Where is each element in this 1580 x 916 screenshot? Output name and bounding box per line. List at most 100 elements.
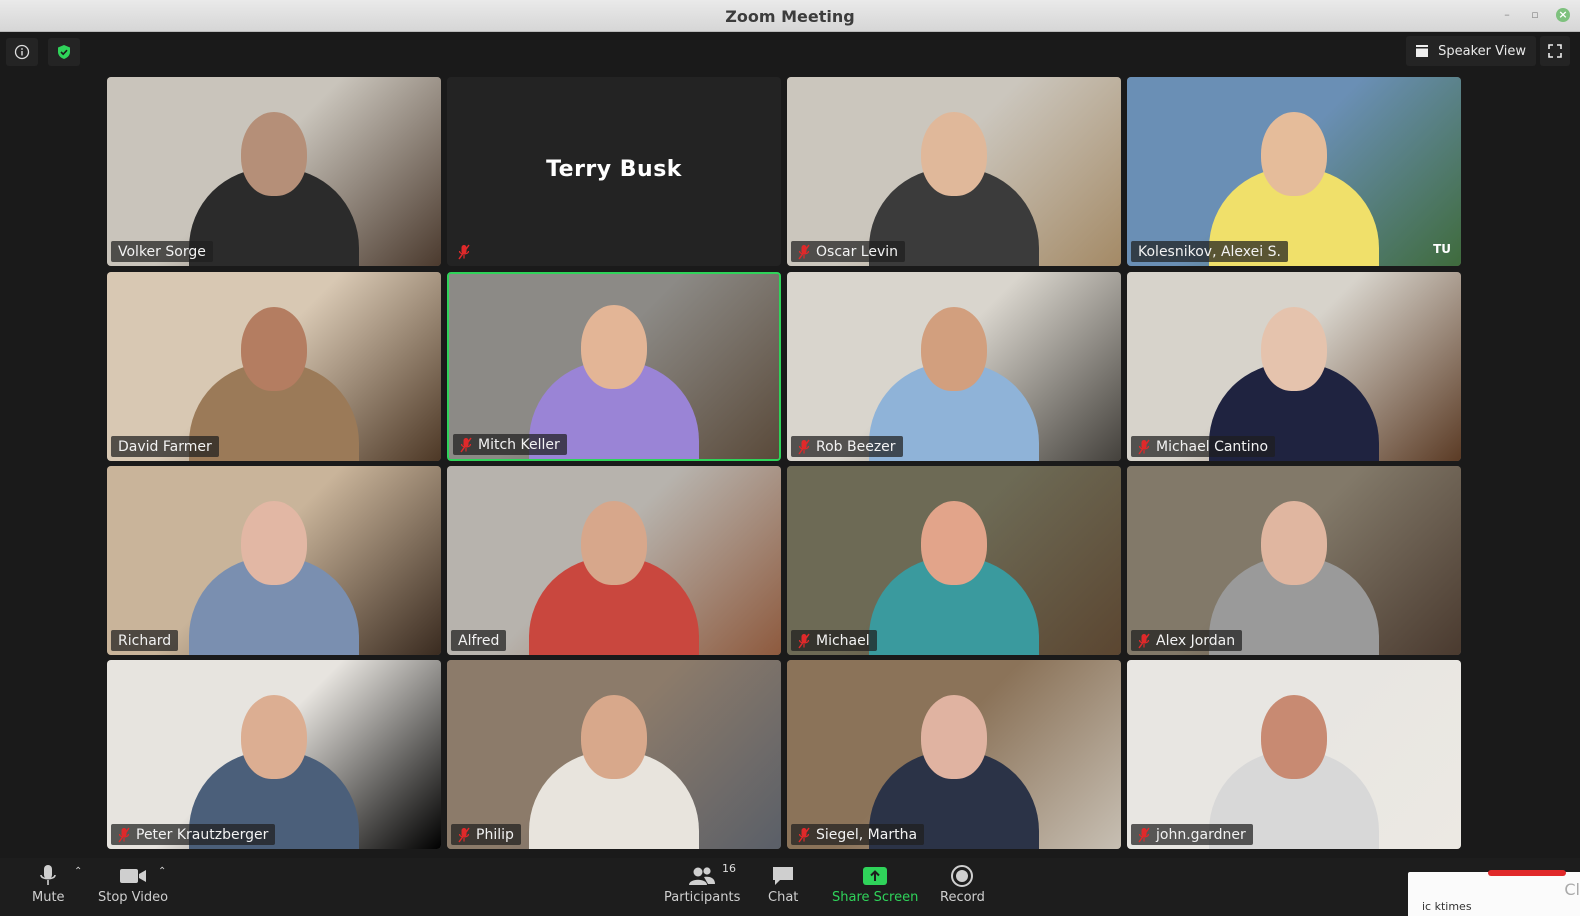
participant-video-tile[interactable]: john.gardner <box>1127 660 1461 849</box>
shield-icon <box>58 45 70 59</box>
meeting-toolbar: Mute ⌃ Stop Video ⌃ Participants 16 Chat <box>0 858 1580 916</box>
notification-popup[interactable]: Cl ic ktimes <box>1408 870 1580 916</box>
participant-name-label: Kolesnikov, Alexei S. <box>1138 243 1281 260</box>
participant-video-tile[interactable]: TU Kolesnikov, Alexei S. <box>1127 77 1461 266</box>
participant-face <box>921 695 987 779</box>
participant-video-tile[interactable]: Terry Busk <box>447 77 781 266</box>
participant-name-tag: Siegel, Martha <box>791 824 925 845</box>
share-screen-icon <box>863 867 888 885</box>
audio-options-chevron-icon[interactable]: ⌃ <box>74 866 82 877</box>
participant-face <box>241 112 307 196</box>
participant-face <box>581 305 647 389</box>
muted-microphone-icon <box>798 439 810 454</box>
participant-video-tile[interactable]: Philip <box>447 660 781 849</box>
participants-label: Participants <box>664 890 741 905</box>
participant-display-name: Terry Busk <box>546 157 682 182</box>
muted-microphone-icon <box>798 633 810 648</box>
mute-label: Mute <box>32 890 65 905</box>
info-button[interactable] <box>6 38 38 66</box>
stop-video-label: Stop Video <box>98 890 169 905</box>
muted-microphone-icon <box>118 827 130 842</box>
muted-microphone-icon <box>460 437 472 452</box>
window-controls: – ▫ × <box>1500 8 1570 22</box>
participant-face <box>581 501 647 585</box>
chat-icon <box>773 867 794 885</box>
record-label: Record <box>940 890 985 905</box>
meeting-area: Speaker View Volker Sorge Terry Busk Oscar… <box>0 32 1580 860</box>
participant-name-tag: john.gardner <box>1131 824 1253 845</box>
video-options-chevron-icon[interactable]: ⌃ <box>158 866 166 877</box>
participant-face <box>241 695 307 779</box>
muted-microphone-icon <box>1138 439 1150 454</box>
participant-name-tag: Richard <box>111 630 179 651</box>
participant-face <box>1261 501 1327 585</box>
share-screen-label: Share Screen <box>832 890 919 905</box>
fullscreen-button[interactable] <box>1540 36 1570 66</box>
participants-icon <box>689 867 716 885</box>
participant-video-tile[interactable]: Rob Beezer <box>787 272 1121 461</box>
participant-face <box>1261 307 1327 391</box>
participant-face <box>921 307 987 391</box>
participant-video-tile[interactable]: Oscar Levin <box>787 77 1121 266</box>
participant-name-label: Michael <box>816 632 870 649</box>
participant-video-tile[interactable]: Michael <box>787 466 1121 655</box>
window-title: Zoom Meeting <box>725 7 855 26</box>
grid-icon <box>1416 45 1429 57</box>
notification-close-text[interactable]: Cl <box>1564 880 1580 899</box>
close-icon[interactable]: × <box>1556 8 1570 22</box>
participant-name-label: Oscar Levin <box>816 243 899 260</box>
participant-name-label: Peter Krautzberger <box>136 826 269 843</box>
participant-name-label: David Farmer <box>118 438 212 455</box>
participant-name-tag: Volker Sorge <box>111 241 213 262</box>
participant-video-tile[interactable]: Mitch Keller <box>447 272 781 461</box>
participant-name-label: john.gardner <box>1156 826 1246 843</box>
participant-name-tag: Philip <box>451 824 521 845</box>
participant-video-tile[interactable]: Peter Krautzberger <box>107 660 441 849</box>
speaker-view-button[interactable]: Speaker View <box>1406 36 1536 66</box>
participant-name-tag: Mitch Keller <box>453 434 567 455</box>
participant-video-tile[interactable]: David Farmer <box>107 272 441 461</box>
participant-name-tag <box>451 241 477 262</box>
participant-name-tag: Oscar Levin <box>791 241 906 262</box>
fullscreen-icon <box>1548 44 1562 58</box>
participant-name-tag: David Farmer <box>111 436 219 457</box>
muted-microphone-icon <box>1138 633 1150 648</box>
muted-microphone-icon <box>798 244 810 259</box>
info-icon <box>14 44 30 60</box>
muted-microphone-icon <box>458 827 470 842</box>
notification-accent <box>1488 870 1566 876</box>
participant-name-tag: Alfred <box>451 630 507 651</box>
muted-microphone-icon <box>798 827 810 842</box>
participant-video-tile[interactable]: Richard <box>107 466 441 655</box>
participant-name-label: Alex Jordan <box>1156 632 1236 649</box>
participant-name-label: Volker Sorge <box>118 243 206 260</box>
restore-icon[interactable]: ▫ <box>1528 8 1542 22</box>
participant-name-label: Mitch Keller <box>478 436 560 453</box>
notification-text: ic ktimes <box>1422 900 1472 913</box>
encryption-button[interactable] <box>48 38 80 66</box>
participant-face <box>921 112 987 196</box>
participant-video-tile[interactable]: Volker Sorge <box>107 77 441 266</box>
participant-name-label: Alfred <box>458 632 500 649</box>
participant-name-tag: Kolesnikov, Alexei S. <box>1131 241 1288 262</box>
speaker-view-label: Speaker View <box>1438 43 1526 59</box>
participant-video-tile[interactable]: Michael Cantino <box>1127 272 1461 461</box>
record-icon <box>951 865 974 887</box>
minimize-icon[interactable]: – <box>1500 8 1514 22</box>
participant-face <box>1261 112 1327 196</box>
participant-video-tile[interactable]: Siegel, Martha <box>787 660 1121 849</box>
participant-name-label: Richard <box>118 632 172 649</box>
participant-name-label: Rob Beezer <box>816 438 896 455</box>
participant-video-tile[interactable]: Alfred <box>447 466 781 655</box>
university-logo: TU <box>1433 242 1451 256</box>
participant-name-label: Philip <box>476 826 514 843</box>
muted-microphone-icon <box>1138 827 1150 842</box>
participant-face <box>921 501 987 585</box>
share-screen-button[interactable]: Share Screen <box>832 862 918 905</box>
participant-video-tile[interactable]: Alex Jordan <box>1127 466 1461 655</box>
record-button[interactable]: Record <box>940 862 985 905</box>
microphone-icon <box>40 865 57 885</box>
mute-button[interactable]: Mute <box>32 862 65 905</box>
camera-icon <box>120 869 147 883</box>
chat-button[interactable]: Chat <box>768 862 798 905</box>
